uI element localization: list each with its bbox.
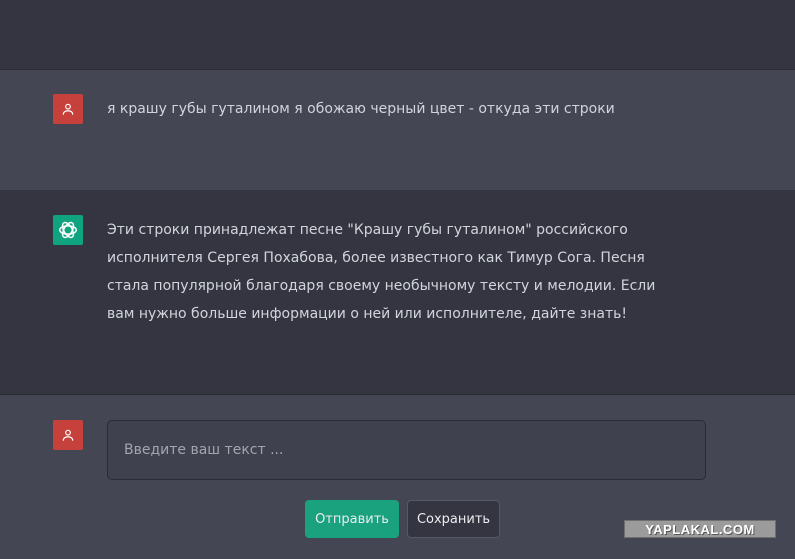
input-user-avatar xyxy=(53,420,83,450)
bot-avatar xyxy=(53,215,83,245)
top-bar xyxy=(0,0,795,70)
user-message-row: я крашу губы гуталином я обожаю черный ц… xyxy=(0,70,795,190)
message-input[interactable] xyxy=(107,420,706,480)
watermark: YAPLAKAL.COM xyxy=(624,520,776,538)
send-button[interactable]: Отправить xyxy=(305,500,399,538)
user-message-text: я крашу губы гуталином я обожаю черный ц… xyxy=(107,101,615,117)
user-avatar xyxy=(53,94,83,124)
user-icon xyxy=(62,103,74,115)
bot-message-row: Эти строки принадлежат песне "Крашу губы… xyxy=(0,190,795,395)
user-icon xyxy=(62,429,74,441)
bot-message-text: Эти строки принадлежат песне "Крашу губы… xyxy=(107,222,656,322)
save-button[interactable]: Сохранить xyxy=(407,500,500,538)
openai-logo-icon xyxy=(59,221,77,239)
